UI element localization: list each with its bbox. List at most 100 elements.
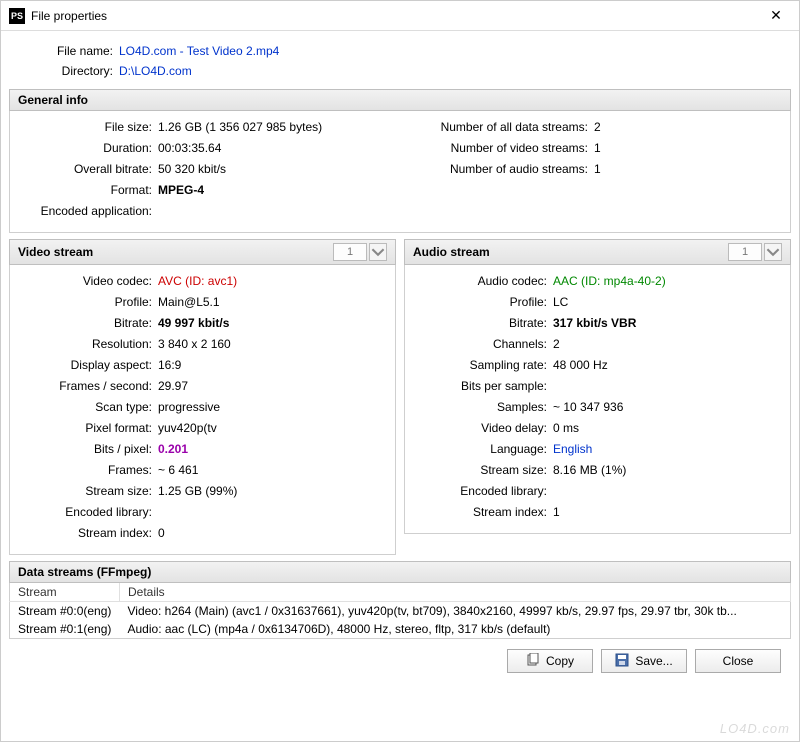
field-value: LC [553, 292, 782, 313]
field-row: Format:MPEG-4 [18, 180, 396, 201]
field-row: Encoded application: [18, 201, 396, 222]
close-window-button[interactable]: ✕ [761, 7, 791, 24]
close-button[interactable]: Close [695, 649, 781, 673]
window-title: File properties [31, 9, 761, 23]
directory-label: Directory: [49, 61, 119, 81]
table-header-details[interactable]: Details [120, 583, 791, 602]
video-stream-header: Video stream 1 [9, 239, 396, 265]
copy-icon [526, 653, 540, 670]
field-label: Resolution: [18, 334, 158, 355]
field-value: progressive [158, 397, 387, 418]
field-row: Samples:~ 10 347 936 [413, 397, 782, 418]
stream-cell: Stream #0:0(eng) [10, 602, 120, 621]
field-label: Bitrate: [18, 313, 158, 334]
field-row: Bits per sample: [413, 376, 782, 397]
field-label: Number of video streams: [404, 138, 594, 159]
field-row: Overall bitrate:50 320 kbit/s [18, 159, 396, 180]
field-value: AAC (ID: mp4a-40-2) [553, 271, 782, 292]
field-row: Video codec:AVC (ID: avc1) [18, 271, 387, 292]
field-label: Encoded library: [413, 481, 553, 502]
field-label: Encoded library: [18, 502, 158, 523]
field-row: Stream size:8.16 MB (1%) [413, 460, 782, 481]
data-streams-title: Data streams (FFmpeg) [18, 565, 151, 579]
field-label: Sampling rate: [413, 355, 553, 376]
field-value: 0 ms [553, 418, 782, 439]
data-streams-header: Data streams (FFmpeg) [9, 561, 791, 583]
audio-stream-body: Audio codec:AAC (ID: mp4a-40-2)Profile:L… [404, 265, 791, 534]
content: File name: LO4D.com - Test Video 2.mp4 D… [1, 31, 799, 681]
field-value [553, 376, 782, 397]
save-button-label: Save... [635, 654, 672, 668]
general-info-title: General info [18, 93, 88, 107]
field-row: Sampling rate:48 000 Hz [413, 355, 782, 376]
file-name-value[interactable]: LO4D.com - Test Video 2.mp4 [119, 41, 279, 61]
titlebar: PS File properties ✕ [1, 1, 799, 31]
field-row: Resolution:3 840 x 2 160 [18, 334, 387, 355]
field-row: Number of video streams:1 [404, 138, 782, 159]
field-label: Audio codec: [413, 271, 553, 292]
field-label: Frames: [18, 460, 158, 481]
video-stream-body: Video codec:AVC (ID: avc1)Profile:Main@L… [9, 265, 396, 555]
save-icon [615, 653, 629, 670]
save-button[interactable]: Save... [601, 649, 687, 673]
field-row: Encoded library: [413, 481, 782, 502]
chevron-down-icon[interactable] [764, 243, 782, 261]
table-row[interactable]: Stream #0:0(eng)Video: h264 (Main) (avc1… [10, 602, 791, 621]
field-value: 1 [553, 502, 782, 523]
field-label: Overall bitrate: [18, 159, 158, 180]
field-value: 317 kbit/s VBR [553, 313, 782, 334]
field-label: Encoded application: [18, 201, 158, 222]
field-label: Display aspect: [18, 355, 158, 376]
field-row: Stream size:1.25 GB (99%) [18, 481, 387, 502]
field-label: Duration: [18, 138, 158, 159]
audio-stream-selector[interactable]: 1 [728, 243, 762, 261]
field-value: 3 840 x 2 160 [158, 334, 387, 355]
field-value: ~ 10 347 936 [553, 397, 782, 418]
field-value: 50 320 kbit/s [158, 159, 396, 180]
button-bar: Copy Save... Close [9, 639, 791, 681]
directory-value[interactable]: D:\LO4D.com [119, 61, 192, 81]
app-icon: PS [9, 8, 25, 24]
field-row: Bitrate:49 997 kbit/s [18, 313, 387, 334]
field-row: Video delay:0 ms [413, 418, 782, 439]
field-row: Profile:LC [413, 292, 782, 313]
field-value: 1.25 GB (99%) [158, 481, 387, 502]
field-value: 48 000 Hz [553, 355, 782, 376]
field-value: Main@L5.1 [158, 292, 387, 313]
watermark: LO4D.com [720, 721, 790, 736]
field-label: Bitrate: [413, 313, 553, 334]
field-label: Profile: [413, 292, 553, 313]
field-value: 16:9 [158, 355, 387, 376]
field-label: Format: [18, 180, 158, 201]
table-header-stream[interactable]: Stream [10, 583, 120, 602]
field-row: Audio codec:AAC (ID: mp4a-40-2) [413, 271, 782, 292]
field-row: Bits / pixel:0.201 [18, 439, 387, 460]
field-row: Bitrate:317 kbit/s VBR [413, 313, 782, 334]
field-value: 8.16 MB (1%) [553, 460, 782, 481]
field-row: Channels:2 [413, 334, 782, 355]
field-row: Display aspect:16:9 [18, 355, 387, 376]
field-row: Number of audio streams:1 [404, 159, 782, 180]
field-label: Stream index: [18, 523, 158, 544]
table-row[interactable]: Stream #0:1(eng)Audio: aac (LC) (mp4a / … [10, 620, 791, 639]
field-row: Stream index:1 [413, 502, 782, 523]
field-value: AVC (ID: avc1) [158, 271, 387, 292]
field-value: yuv420p(tv [158, 418, 387, 439]
field-row: File size:1.26 GB (1 356 027 985 bytes) [18, 117, 396, 138]
field-row: Pixel format:yuv420p(tv [18, 418, 387, 439]
field-value: MPEG-4 [158, 180, 396, 201]
field-row: Duration:00:03:35.64 [18, 138, 396, 159]
chevron-down-icon[interactable] [369, 243, 387, 261]
copy-button[interactable]: Copy [507, 649, 593, 673]
field-value: 2 [594, 117, 782, 138]
field-row: Scan type:progressive [18, 397, 387, 418]
field-row: Profile:Main@L5.1 [18, 292, 387, 313]
field-label: Video codec: [18, 271, 158, 292]
field-label: Stream size: [18, 481, 158, 502]
file-name-label: File name: [49, 41, 119, 61]
field-row: Frames / second:29.97 [18, 376, 387, 397]
field-label: Profile: [18, 292, 158, 313]
field-label: Number of all data streams: [404, 117, 594, 138]
video-stream-selector[interactable]: 1 [333, 243, 367, 261]
field-row: Number of all data streams:2 [404, 117, 782, 138]
